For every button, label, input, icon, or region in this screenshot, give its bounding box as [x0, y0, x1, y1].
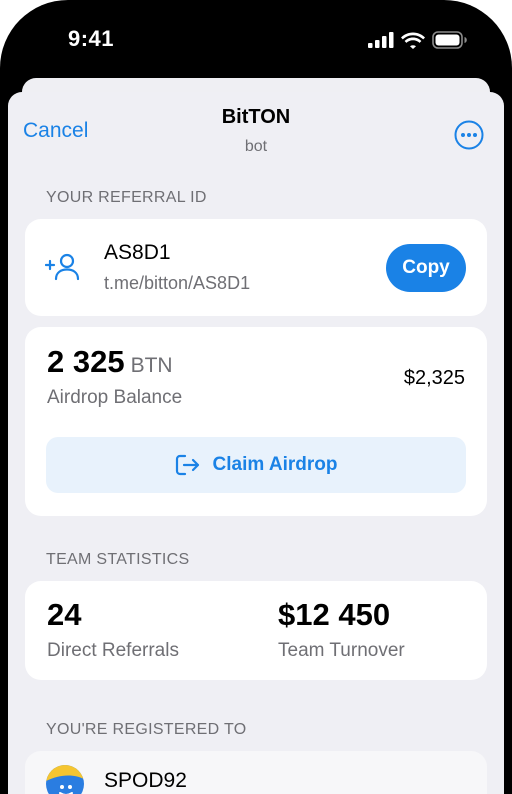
cellular-signal-icon [368, 32, 394, 48]
balance-usd-value: $2,325 [403, 367, 465, 389]
navigation-bar: Cancel BitTON bot [8, 92, 504, 176]
balance-label: Airdrop Balance [47, 387, 183, 408]
balance-amount: 2 325 [47, 344, 125, 379]
team-section-label: TEAM STATISTICS [46, 551, 190, 568]
bot-sheet: Cancel BitTON bot YOUR REFERRAL ID AS8D1… [8, 92, 504, 794]
registered-card[interactable]: SPOD92 [25, 751, 487, 794]
status-icons [368, 30, 468, 50]
referral-card: AS8D1 t.me/bitton/AS8D1 Copy [25, 219, 487, 316]
balance-card: 2 325 BTN Airdrop Balance $2,325 Claim Ai… [25, 327, 487, 516]
status-bar: 9:41 [0, 0, 512, 78]
wifi-icon [401, 32, 425, 49]
referral-section-label: YOUR REFERRAL ID [46, 189, 207, 206]
claim-airdrop-label: Claim Airdrop [212, 454, 338, 475]
bot-subtitle: bot [244, 138, 268, 155]
registered-name: SPOD92 [104, 769, 187, 792]
direct-referrals-label: Direct Referrals [47, 640, 179, 661]
referral-id: AS8D1 [104, 241, 171, 264]
balance-unit: BTN [130, 354, 173, 377]
more-ellipsis-icon[interactable] [454, 120, 484, 150]
referral-link: t.me/bitton/AS8D1 [104, 273, 251, 293]
team-turnover-label: Team Turnover [278, 640, 405, 661]
registered-section-label: YOU'RE REGISTERED TO [46, 721, 247, 738]
team-statistics-card: 24 Direct Referrals $12 450 Team Turnove… [25, 581, 487, 680]
sign-out-arrow-icon [175, 454, 199, 476]
direct-referrals-value: 24 [47, 597, 82, 632]
battery-icon [432, 31, 467, 49]
team-turnover-value: $12 450 [278, 597, 391, 632]
status-time: 9:41 [68, 26, 115, 51]
avatar-icon [46, 765, 84, 794]
bot-title: BitTON [221, 106, 291, 128]
phone-frame: 9:41 Cancel BitTON bot YOUR REFERRAL ID … [0, 0, 512, 794]
balance-row: 2 325 BTN [47, 344, 173, 380]
add-user-icon [45, 253, 80, 281]
copy-button[interactable]: Copy [386, 244, 466, 292]
claim-airdrop-button[interactable]: Claim Airdrop [46, 437, 466, 493]
